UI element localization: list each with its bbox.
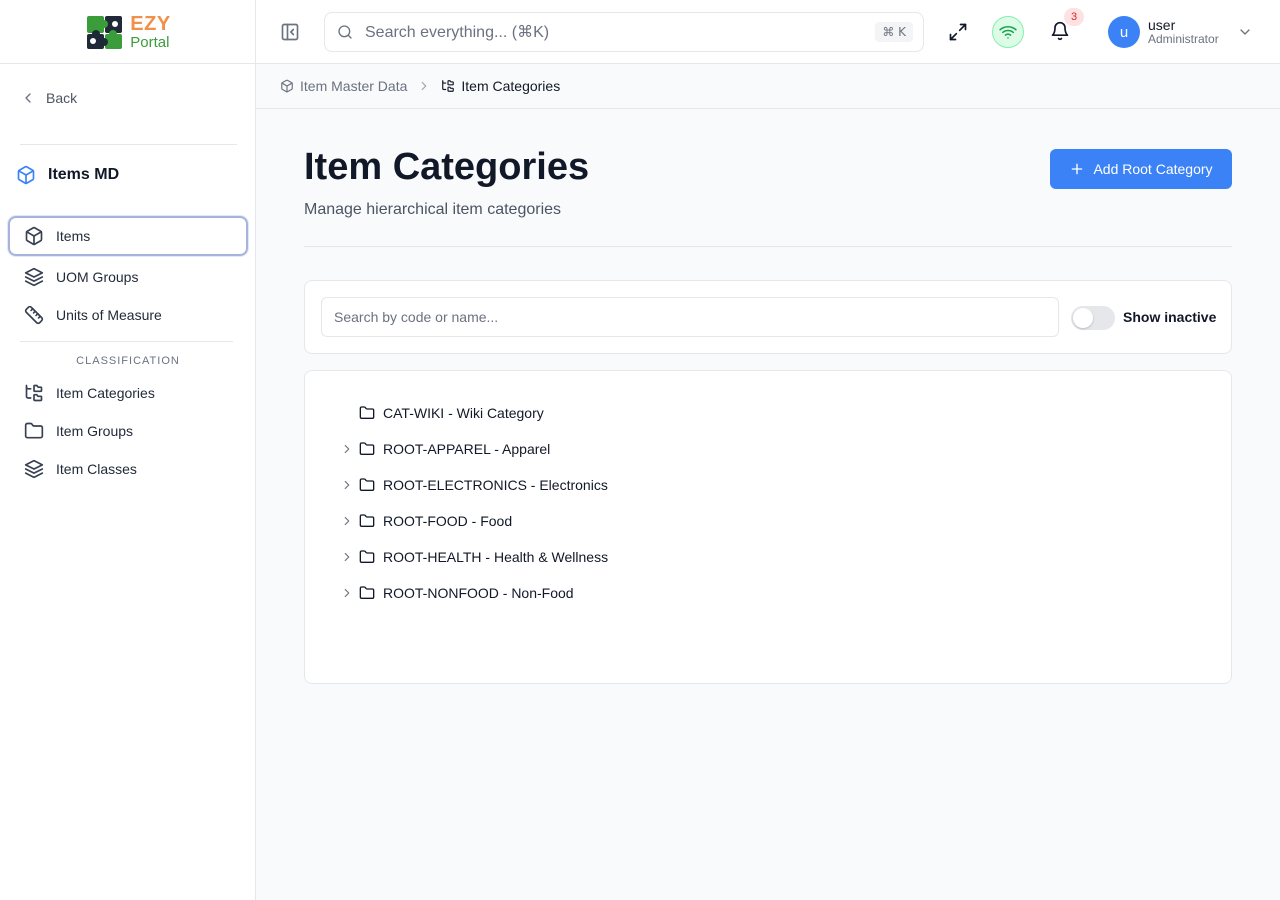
global-search-placeholder: Search everything... (⌘K) [365, 24, 550, 41]
chevron-right-icon [344, 552, 350, 562]
panel-left-close-icon [281, 23, 299, 41]
tree-node-label: ROOT-NONFOOD - Non-Food [383, 585, 574, 601]
fullscreen-button[interactable] [948, 22, 968, 42]
chevron-right-icon [344, 588, 350, 598]
logo-text-bottom: Portal [130, 33, 170, 51]
chevron-right-icon [422, 81, 427, 91]
sidebar-item-items[interactable]: Items [8, 216, 248, 256]
sidebar-item-item-classes[interactable]: Item Classes [8, 449, 248, 489]
tree-node[interactable]: ROOT-ELECTRONICS - Electronics [337, 470, 608, 500]
add-root-category-label: Add Root Category [1093, 161, 1213, 177]
chevron-right-icon [344, 444, 350, 454]
back-label: Back [46, 90, 78, 106]
breadcrumb-item-categories: Item Categories [441, 78, 560, 94]
wifi-icon [999, 26, 1017, 39]
section-label-classification: CLASSIFICATION [76, 355, 180, 367]
sidebar-item-uom-groups[interactable]: UOM Groups [8, 257, 248, 297]
breadcrumb-item-master-data[interactable]: Item Master Data [280, 78, 407, 94]
layers-icon [24, 267, 44, 287]
topbar: Search everything... (⌘K) ⌘ K 3 u user A… [256, 0, 1280, 64]
app-logo[interactable]: EZY Portal [84, 12, 170, 52]
package-icon [17, 165, 35, 185]
divider [304, 246, 1232, 247]
sidebar-item-label: Item Groups [56, 423, 134, 439]
package-icon [25, 226, 43, 246]
sidebar-item-label: Items [56, 228, 91, 244]
layers-icon [24, 459, 44, 479]
tree-node-label: CAT-WIKI - Wiki Category [383, 405, 544, 421]
sidebar-item-item-groups[interactable]: Item Groups [8, 411, 248, 451]
user-role: Administrator [1148, 32, 1219, 47]
notification-count-badge: 3 [1064, 8, 1084, 26]
expand-button[interactable] [337, 547, 357, 567]
category-search-input[interactable]: Search by code or name... [321, 297, 1059, 337]
chevron-right-icon [344, 516, 350, 526]
toggle-knob [1073, 308, 1093, 328]
sidebar-item-label: UOM Groups [56, 269, 139, 285]
sidebar-item-label: Units of Measure [56, 307, 162, 323]
sidebar-item-item-categories[interactable]: Item Categories [8, 373, 248, 413]
ruler-icon [24, 305, 44, 325]
search-icon [338, 25, 352, 39]
global-search-input[interactable]: Search everything... (⌘K) ⌘ K [324, 12, 924, 52]
folder-icon [359, 406, 375, 419]
show-inactive-toggle[interactable] [1071, 306, 1115, 330]
expand-button[interactable] [337, 439, 357, 459]
tree-node-label: ROOT-HEALTH - Health & Wellness [383, 549, 609, 565]
chevron-left-icon [25, 93, 31, 103]
show-inactive-label: Show inactive [1123, 309, 1217, 325]
add-root-category-button[interactable]: Add Root Category [1050, 149, 1232, 189]
maximize-icon [949, 23, 967, 41]
tree-node-label: ROOT-ELECTRONICS - Electronics [383, 477, 608, 493]
breadcrumb-label: Item Master Data [300, 78, 408, 94]
folder-icon [359, 586, 375, 599]
logo-text-top: EZY [130, 12, 171, 35]
divider [20, 144, 237, 145]
divider [20, 341, 233, 342]
breadcrumb: Item Master Data Item Categories [256, 64, 1280, 109]
filter-card: Search by code or name... Show inactive [304, 280, 1232, 354]
chevron-down-icon [1240, 29, 1250, 35]
folder-icon [359, 442, 375, 455]
sidebar-toggle-button[interactable] [280, 22, 300, 42]
module-title-label: Items MD [48, 166, 120, 183]
plus-icon [1072, 163, 1083, 175]
tree-node[interactable]: CAT-WIKI - Wiki Category [337, 398, 544, 428]
chevron-right-icon [344, 480, 350, 490]
package-icon [281, 79, 293, 93]
page-subtitle: Manage hierarchical item categories [304, 201, 562, 218]
breadcrumb-label: Item Categories [461, 78, 561, 94]
connection-status[interactable] [992, 16, 1024, 48]
tree-node-label: ROOT-FOOD - Food [383, 513, 513, 529]
folder-icon [359, 514, 375, 527]
sidebar-item-label: Item Categories [56, 385, 155, 401]
page-title: Item Categories [304, 146, 590, 188]
expand-placeholder [337, 403, 357, 423]
sidebar-item-units-of-measure[interactable]: Units of Measure [8, 295, 248, 335]
folder-icon [359, 478, 375, 491]
category-tree: CAT-WIKI - Wiki Category ROOT-APPAREL - … [304, 370, 1232, 684]
tree-node[interactable]: ROOT-HEALTH - Health & Wellness [337, 542, 608, 572]
user-name: user [1148, 17, 1176, 34]
tree-icon [442, 80, 455, 92]
expand-button[interactable] [337, 511, 357, 531]
logo-puzzle-icon [87, 15, 123, 49]
expand-button[interactable] [337, 583, 357, 603]
tree-node[interactable]: ROOT-NONFOOD - Non-Food [337, 578, 574, 608]
search-shortcut-badge: ⌘ K [875, 22, 913, 42]
avatar: u [1108, 16, 1140, 48]
sidebar-item-label: Item Classes [56, 461, 137, 477]
user-menu[interactable]: u user Administrator [1108, 16, 1253, 48]
tree-node[interactable]: ROOT-APPAREL - Apparel [337, 434, 550, 464]
module-title: Items MD [16, 165, 119, 185]
tree-node[interactable]: ROOT-FOOD - Food [337, 506, 512, 536]
sidebar: EZY Portal Back Items MD Items UOM Group… [0, 0, 256, 900]
folder-icon [359, 550, 375, 563]
folder-icon [24, 422, 44, 439]
back-link[interactable]: Back [20, 90, 77, 106]
tree-node-label: ROOT-APPAREL - Apparel [383, 441, 551, 457]
tree-icon [25, 384, 43, 402]
expand-button[interactable] [337, 475, 357, 495]
logo-area: EZY Portal [0, 0, 255, 64]
